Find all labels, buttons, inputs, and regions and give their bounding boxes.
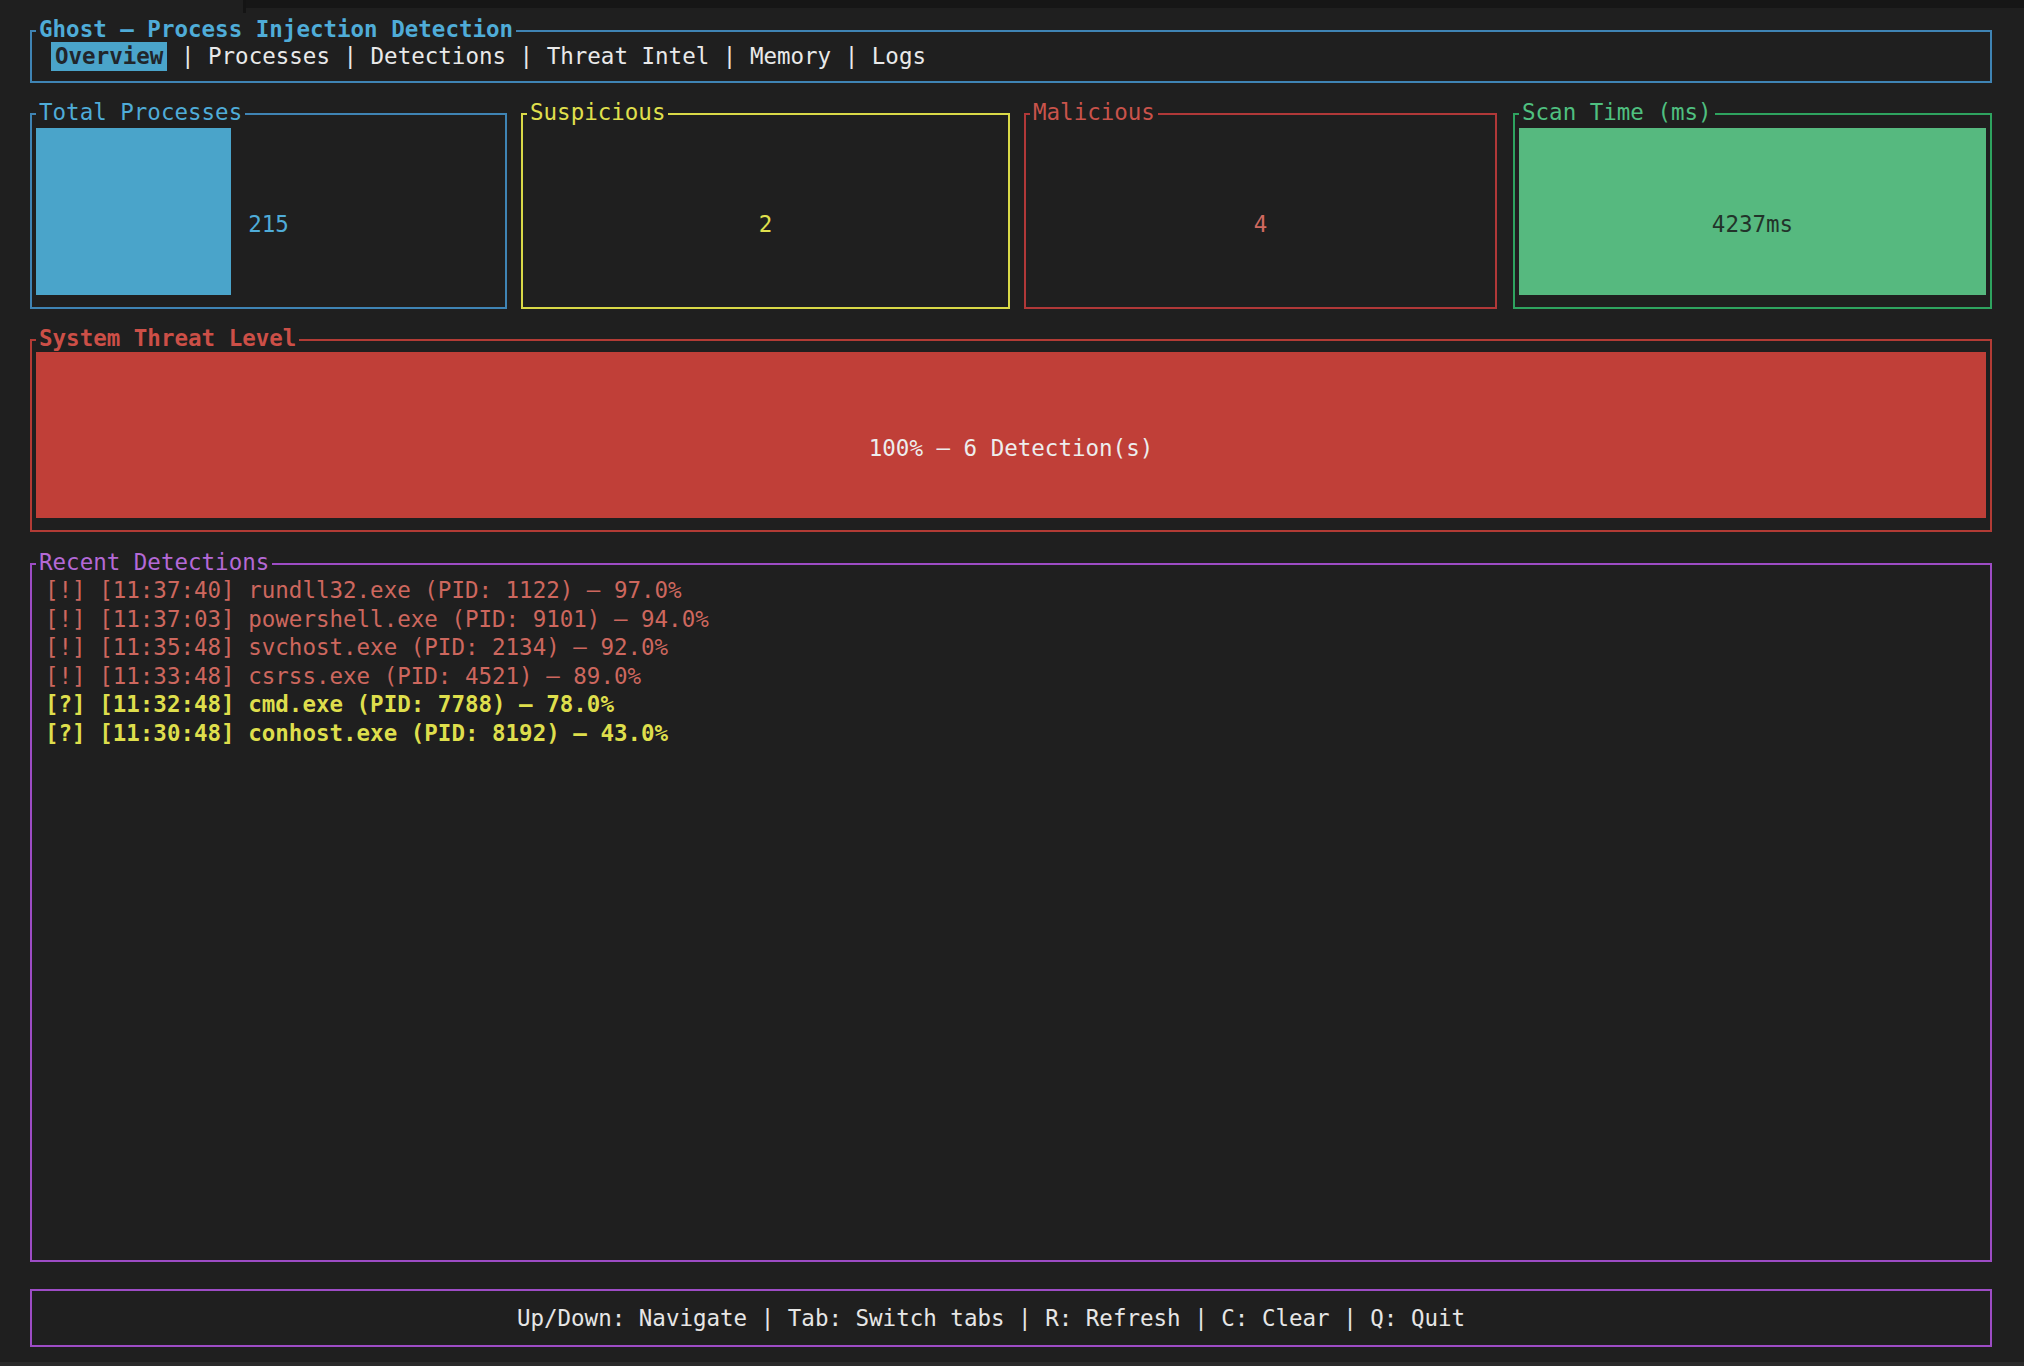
stat-value-malicious: 4 [1030, 141, 1491, 308]
stat-gauge-total-processes: 215 [36, 128, 501, 295]
detection-row[interactable]: [?] [11:32:48] cmd.exe (PID: 7788) — 78.… [45, 690, 1984, 719]
status-bar-help-text: Up/Down: Navigate | Tab: Switch tabs | R… [32, 1291, 1990, 1345]
stat-title-malicious: Malicious [1030, 98, 1158, 127]
detections-list: [!] [11:37:40] rundll32.exe (PID: 1122) … [45, 576, 1984, 747]
threat-level-title: System Threat Level [36, 324, 299, 353]
tab-separator: | [330, 42, 371, 71]
detection-row[interactable]: [!] [11:37:40] rundll32.exe (PID: 1122) … [45, 576, 1984, 605]
threat-level-gauge: 100% — 6 Detection(s) [36, 352, 1986, 518]
stat-box-scan-time: Scan Time (ms)4237ms [1513, 113, 1992, 309]
stat-box-total-processes: Total Processes215 [30, 113, 507, 309]
stat-value-scan-time: 4237ms [1519, 141, 1986, 308]
detection-row[interactable]: [?] [11:30:48] conhost.exe (PID: 8192) —… [45, 719, 1984, 748]
tab-processes[interactable]: Processes [208, 42, 330, 71]
recent-detections-title: Recent Detections [36, 548, 272, 577]
stat-box-suspicious: Suspicious2 [521, 113, 1010, 309]
tab-bar: Overview | Processes | Detections | Thre… [32, 32, 1990, 81]
stat-value-suspicious: 2 [527, 141, 1004, 308]
threat-level-label: 100% — 6 Detection(s) [36, 365, 1986, 531]
tab-separator: | [506, 42, 547, 71]
tab-logs[interactable]: Logs [872, 42, 926, 71]
tabs-panel: Ghost — Process Injection Detection Over… [30, 30, 1992, 83]
stat-gauge-suspicious: 2 [527, 128, 1004, 295]
recent-detections-panel: Recent Detections [!] [11:37:40] rundll3… [30, 563, 1992, 1262]
tab-separator: | [831, 42, 872, 71]
stat-gauge-scan-time: 4237ms [1519, 128, 1986, 295]
detection-row[interactable]: [!] [11:35:48] svchost.exe (PID: 2134) —… [45, 633, 1984, 662]
window-top-notch [243, 0, 246, 13]
stat-box-malicious: Malicious4 [1024, 113, 1497, 309]
stat-title-total-processes: Total Processes [36, 98, 245, 127]
tab-detections[interactable]: Detections [371, 42, 506, 71]
status-bar: Up/Down: Navigate | Tab: Switch tabs | R… [30, 1289, 1992, 1347]
stat-value-total-processes: 215 [36, 141, 501, 308]
tab-separator: | [709, 42, 750, 71]
window-bottom-strip [0, 1362, 2024, 1366]
tab-separator: | [167, 42, 208, 71]
threat-level-panel: System Threat Level 100% — 6 Detection(s… [30, 339, 1992, 532]
window-top-strip [245, 0, 2024, 8]
tab-memory[interactable]: Memory [750, 42, 831, 71]
stat-title-scan-time: Scan Time (ms) [1519, 98, 1715, 127]
stat-title-suspicious: Suspicious [527, 98, 668, 127]
stat-gauge-malicious: 4 [1030, 128, 1491, 295]
tab-threat-intel[interactable]: Threat Intel [547, 42, 710, 71]
detection-row[interactable]: [!] [11:33:48] csrss.exe (PID: 4521) — 8… [45, 662, 1984, 691]
detection-row[interactable]: [!] [11:37:03] powershell.exe (PID: 9101… [45, 605, 1984, 634]
tab-overview[interactable]: Overview [51, 42, 167, 71]
